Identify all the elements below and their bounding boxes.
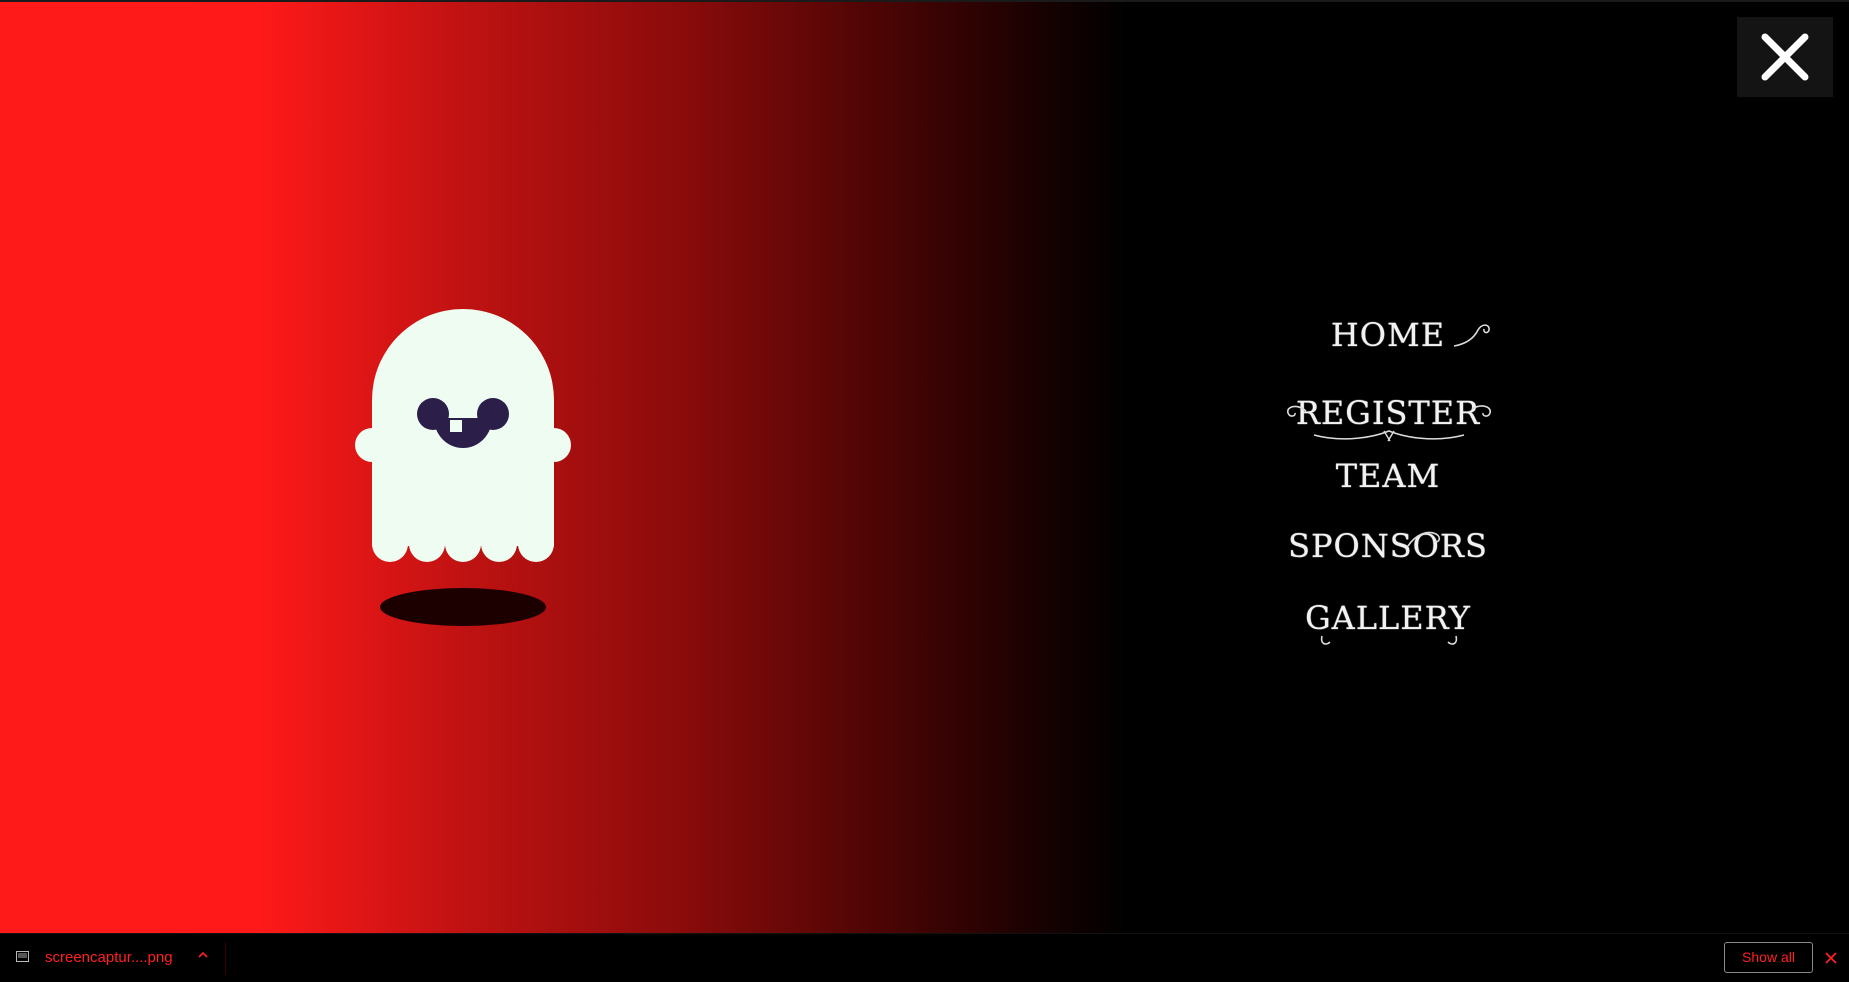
file-icon <box>16 951 29 962</box>
divider <box>225 942 226 975</box>
chevron-up-icon[interactable] <box>196 947 210 963</box>
close-menu-button[interactable] <box>1737 17 1833 97</box>
menu-overlay: HOME REGISTER TEAM SPONSORS GALLERY <box>0 0 1849 933</box>
nav-item-home[interactable]: HOME <box>1230 316 1546 354</box>
top-border <box>0 0 1849 2</box>
download-item[interactable]: screencaptur....png <box>0 934 226 982</box>
nav-item-register[interactable]: REGISTER <box>1230 394 1546 432</box>
show-all-button[interactable]: Show all <box>1724 942 1813 973</box>
main-nav: HOME REGISTER TEAM SPONSORS GALLERY <box>1230 300 1546 660</box>
close-icon <box>1761 33 1809 81</box>
nav-item-gallery[interactable]: GALLERY <box>1230 599 1546 637</box>
ghost-shadow <box>380 588 546 626</box>
download-bar: screencaptur....png Show all <box>0 933 1849 982</box>
page: HOME REGISTER TEAM SPONSORS GALLERY scre… <box>0 0 1849 982</box>
download-file-name: screencaptur....png <box>45 949 173 966</box>
ghost-icon <box>354 308 572 568</box>
nav-item-team[interactable]: TEAM <box>1230 457 1546 495</box>
close-icon[interactable] <box>1823 950 1839 966</box>
nav-item-sponsors[interactable]: SPONSORS <box>1230 527 1546 565</box>
